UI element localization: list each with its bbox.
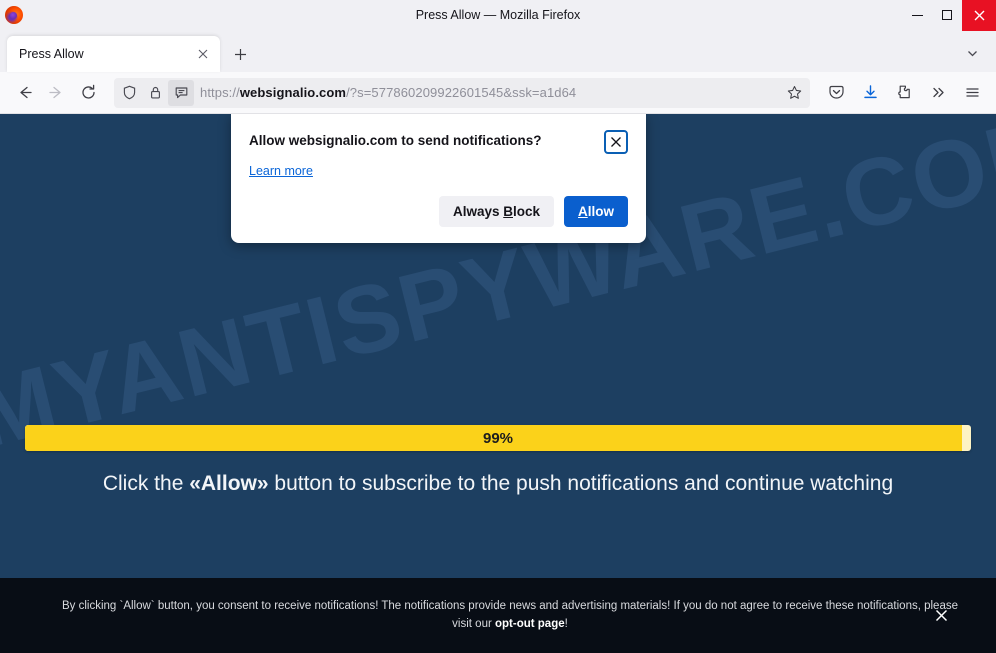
consent-line1: By clicking `Allow` button, you consent … xyxy=(62,600,854,612)
pocket-icon[interactable] xyxy=(820,78,852,108)
dialog-header: Allow websignalio.com to send notificati… xyxy=(249,130,628,154)
hamburger-menu-icon[interactable] xyxy=(956,78,988,108)
tab-strip: Press Allow xyxy=(0,31,996,72)
back-button[interactable] xyxy=(8,78,40,108)
title-bar: Press Allow — Mozilla Firefox xyxy=(0,0,996,31)
bookmark-star-icon[interactable] xyxy=(780,80,808,106)
cta-after: button to subscribe to the push notifica… xyxy=(269,472,894,495)
url-path: /?s=577860209922601545&ssk=a1d64 xyxy=(346,85,576,100)
extensions-puzzle-icon[interactable] xyxy=(888,78,920,108)
notification-permission-dialog: Allow websignalio.com to send notificati… xyxy=(231,114,646,243)
block-suffix: lock xyxy=(513,204,540,219)
learn-more-link[interactable]: Learn more xyxy=(249,164,313,178)
consent-text: By clicking `Allow` button, you consent … xyxy=(60,598,960,634)
navigation-toolbar: https://websignalio.com/?s=5778602099226… xyxy=(0,72,996,114)
tab-close-icon[interactable] xyxy=(194,45,212,63)
shield-icon[interactable] xyxy=(116,80,142,106)
list-all-tabs-chevron-down-icon[interactable] xyxy=(960,41,984,65)
reload-button[interactable] xyxy=(72,78,104,108)
consent-close-icon[interactable] xyxy=(930,605,952,627)
url-host: websignalio.com xyxy=(240,85,346,100)
window-controls xyxy=(902,0,996,31)
dialog-title: Allow websignalio.com to send notificati… xyxy=(249,130,542,150)
notification-permission-icon[interactable] xyxy=(168,80,194,106)
maximize-button[interactable] xyxy=(932,0,962,31)
opt-out-page-link[interactable]: opt-out page xyxy=(495,618,565,630)
cta-highlight: «Allow» xyxy=(189,472,268,495)
firefox-logo-icon xyxy=(5,6,23,24)
page-content: MYANTISPYWARE.COM 99% Click the «Allow» … xyxy=(0,114,996,653)
tab-title: Press Allow xyxy=(19,47,194,61)
forward-button[interactable] xyxy=(40,78,72,108)
call-to-action-text: Click the «Allow» button to subscribe to… xyxy=(0,472,996,496)
cta-before: Click the xyxy=(103,472,189,495)
progress-bar-label: 99% xyxy=(25,425,971,451)
toolbar-right-icons xyxy=(820,78,988,108)
url-scheme: https:// xyxy=(200,85,240,100)
always-block-button[interactable]: Always Block xyxy=(439,196,554,227)
consent-banner: By clicking `Allow` button, you consent … xyxy=(0,578,996,653)
url-text[interactable]: https://websignalio.com/?s=5778602099226… xyxy=(194,85,780,100)
window-title: Press Allow — Mozilla Firefox xyxy=(0,0,996,31)
browser-tab[interactable]: Press Allow xyxy=(7,36,220,72)
overflow-chevrons-icon[interactable] xyxy=(922,78,954,108)
allow-button[interactable]: Allow xyxy=(564,196,628,227)
new-tab-button[interactable] xyxy=(226,40,254,68)
browser-window: Press Allow — Mozilla Firefox Press Allo… xyxy=(0,0,996,653)
block-prefix: Always xyxy=(453,204,503,219)
close-window-button[interactable] xyxy=(962,0,996,31)
dialog-close-icon[interactable] xyxy=(604,130,628,154)
block-accel: B xyxy=(503,204,513,219)
dialog-actions: Always Block Allow xyxy=(249,196,628,227)
allow-suffix: llow xyxy=(588,204,614,219)
allow-accel: A xyxy=(578,204,588,219)
lock-icon[interactable] xyxy=(142,80,168,106)
progress-bar: 99% xyxy=(25,425,971,451)
downloads-icon[interactable] xyxy=(854,78,886,108)
url-bar[interactable]: https://websignalio.com/?s=5778602099226… xyxy=(114,78,810,108)
consent-line2-after: ! xyxy=(565,618,568,630)
identity-box xyxy=(116,80,194,106)
minimize-button[interactable] xyxy=(902,0,932,31)
